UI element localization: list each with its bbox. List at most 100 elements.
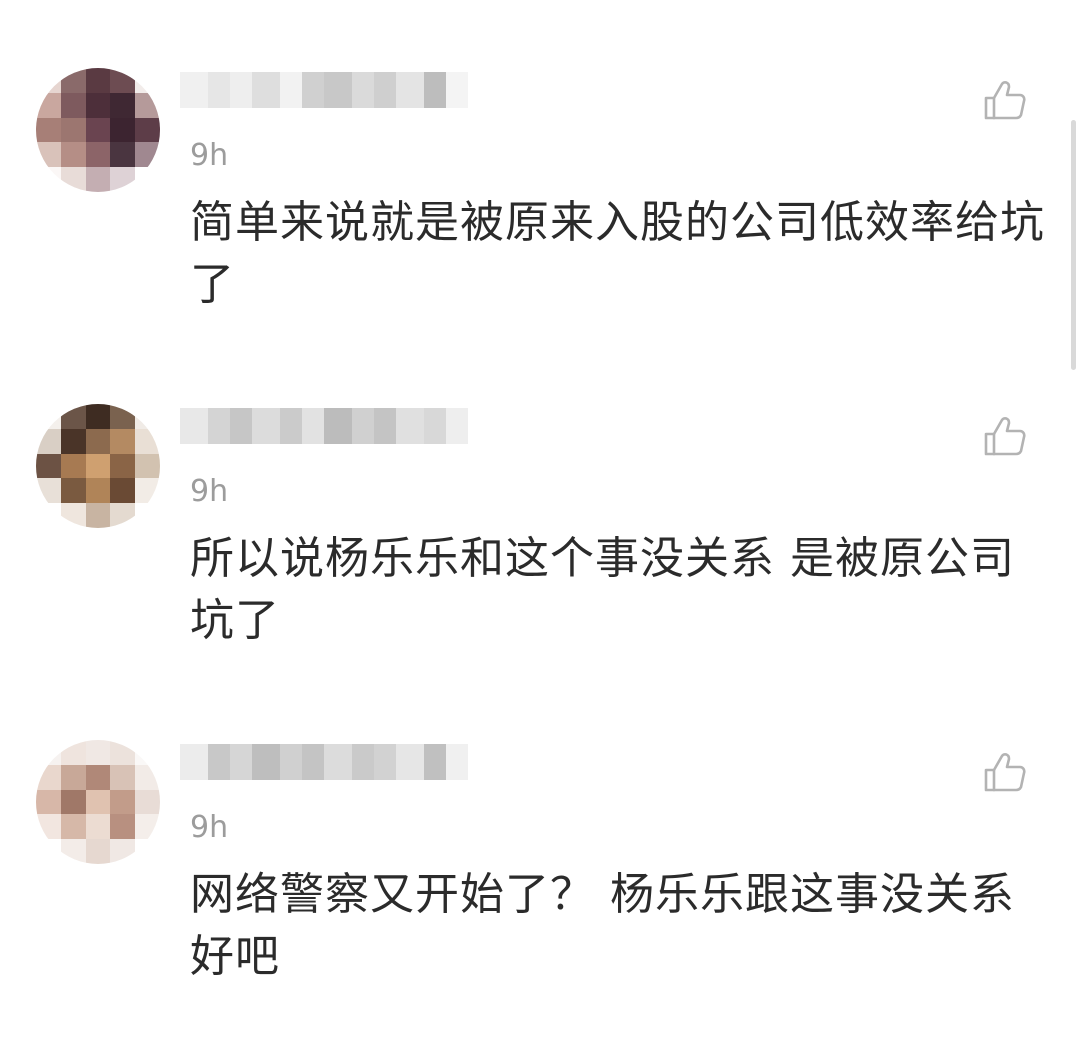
avatar-pixel: [110, 68, 136, 93]
like-button[interactable]: [980, 76, 1030, 126]
avatar[interactable]: [36, 68, 160, 192]
avatar-pixel: [36, 814, 61, 840]
avatar-pixel: [85, 839, 111, 864]
avatar-pixel: [110, 789, 136, 815]
username-pixel: [374, 744, 396, 780]
avatar-pixel: [135, 68, 160, 93]
avatar-pixel: [85, 404, 111, 429]
avatar-pixel: [36, 428, 61, 454]
avatar-pixel: [85, 453, 111, 479]
comment-text: 所以说杨乐乐和这个事没关系 是被原公司坑了: [190, 533, 1015, 646]
username-pixel: [230, 744, 252, 780]
avatar-pixel: [36, 142, 61, 168]
username-pixel: [396, 408, 424, 444]
username-pixel: [324, 72, 352, 108]
avatar-pixel: [36, 503, 61, 528]
thumbs-up-icon: [984, 81, 1026, 120]
avatar[interactable]: [36, 740, 160, 864]
username-pixel: [208, 744, 230, 780]
username-pixel: [252, 744, 280, 780]
username-blurred[interactable]: [180, 406, 470, 446]
username-pixel: [180, 408, 208, 444]
avatar-pixel: [60, 740, 86, 765]
avatar-pixel: [60, 142, 86, 168]
username-pixel: [180, 744, 208, 780]
avatar-pixel: [135, 428, 160, 454]
avatar-pixel: [36, 740, 61, 765]
avatar-pixel: [36, 167, 61, 192]
avatar-pixel: [85, 478, 111, 504]
username-pixel: [280, 72, 302, 108]
avatar-pixel: [135, 167, 160, 192]
username-pixel: [280, 744, 302, 780]
avatar-pixel: [60, 789, 86, 815]
avatar-pixel: [60, 92, 86, 118]
avatar-pixel: [36, 117, 61, 143]
username-pixel: [230, 72, 252, 108]
avatar-pixel: [110, 764, 136, 790]
avatar-pixel: [60, 428, 86, 454]
username-pixel: [424, 408, 446, 444]
username-pixel: [302, 72, 324, 108]
avatar[interactable]: [36, 404, 160, 528]
username-pixel: [424, 744, 446, 780]
avatar-pixel: [110, 117, 136, 143]
avatar-pixel: [36, 404, 61, 429]
username-pixel: [374, 72, 396, 108]
username-pixel: [208, 72, 230, 108]
username-pixel: [352, 744, 374, 780]
username-pixel: [180, 72, 208, 108]
comment-item: 9h 所以说杨乐乐和这个事没关系 是被原公司坑了: [0, 398, 1079, 728]
avatar-pixel: [135, 764, 160, 790]
username-pixel: [396, 72, 424, 108]
avatar-pixel: [85, 814, 111, 840]
avatar-pixel: [85, 789, 111, 815]
avatar-pixel: [85, 117, 111, 143]
username-blurred[interactable]: [180, 742, 470, 782]
username-pixel: [280, 408, 302, 444]
avatar-pixel: [135, 117, 160, 143]
avatar-pixel: [60, 503, 86, 528]
avatar-pixel: [135, 92, 160, 118]
avatar-pixel: [110, 167, 136, 192]
comment-timestamp: 9h: [190, 138, 229, 173]
username-pixel: [424, 72, 446, 108]
avatar-pixel: [85, 167, 111, 192]
avatar-pixel: [110, 404, 136, 429]
username-pixel: [446, 72, 468, 108]
avatar-pixel: [60, 404, 86, 429]
username-blurred[interactable]: [180, 70, 470, 110]
avatar-pixel: [36, 453, 61, 479]
avatar-pixel: [135, 839, 160, 864]
avatar-pixel: [110, 814, 136, 840]
like-button[interactable]: [980, 412, 1030, 462]
like-button[interactable]: [980, 748, 1030, 798]
username-pixel: [208, 408, 230, 444]
avatar-pixel: [36, 789, 61, 815]
username-pixel: [396, 744, 424, 780]
avatar-pixel: [135, 814, 160, 840]
avatar-pixel: [36, 478, 61, 504]
thumbs-up-icon: [984, 753, 1026, 792]
avatar-pixel: [85, 428, 111, 454]
avatar-pixel: [110, 142, 136, 168]
username-pixel: [446, 744, 468, 780]
thumbs-up-icon: [984, 417, 1026, 456]
avatar-pixel: [110, 92, 136, 118]
avatar-pixel: [110, 503, 136, 528]
avatar-pixel: [85, 68, 111, 93]
avatar-pixel: [60, 167, 86, 192]
avatar-pixel: [85, 503, 111, 528]
username-pixel: [352, 72, 374, 108]
scrollbar[interactable]: [1071, 120, 1076, 370]
avatar-pixel: [36, 839, 61, 864]
avatar-pixel: [135, 453, 160, 479]
avatar-pixel: [60, 478, 86, 504]
username-pixel: [352, 408, 374, 444]
comment-text: 网络警察又开始了？ 杨乐乐跟这事没关系好吧: [190, 869, 1015, 982]
username-pixel: [446, 408, 468, 444]
username-pixel: [252, 72, 280, 108]
avatar-pixel: [85, 764, 111, 790]
username-pixel: [324, 744, 352, 780]
avatar-pixel: [110, 740, 136, 765]
